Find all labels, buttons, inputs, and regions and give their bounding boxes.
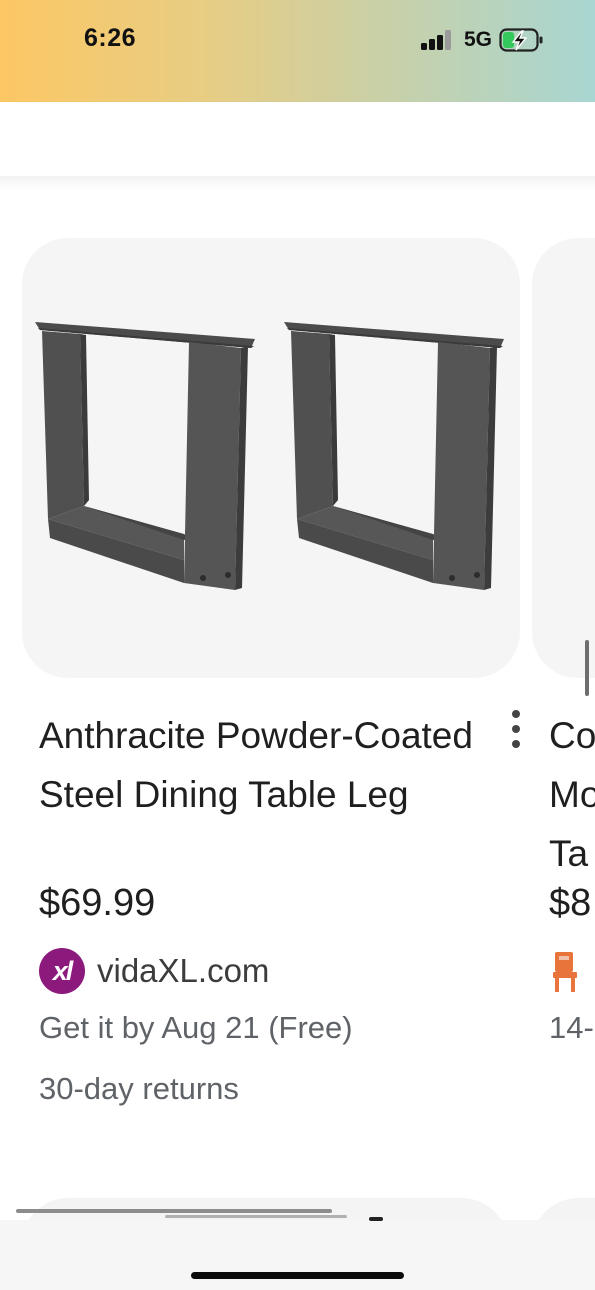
product-title[interactable]: Anthracite Powder-Coated Steel Dining Ta… <box>39 706 479 824</box>
next-product-price: $8 <box>549 882 592 924</box>
horizontal-scrollbar-track <box>165 1215 347 1218</box>
network-type: 5G <box>464 28 493 51</box>
horizontal-scrollbar[interactable] <box>16 1209 332 1213</box>
chair-icon <box>553 952 577 992</box>
next-product-delivery: 14- <box>549 1010 594 1045</box>
next-product-title[interactable]: Co Mo Ta <box>549 706 595 883</box>
vidaxl-logo: xl <box>39 948 85 994</box>
signal-icon <box>421 30 453 50</box>
status-bar: 6:26 5G <box>0 0 595 102</box>
next-product-image[interactable] <box>532 238 595 678</box>
top-header-area <box>0 102 595 178</box>
merchant-name: vidaXL.com <box>97 952 270 989</box>
shopping-results-page: 6:26 5G Anthracite Powder-Coated Steel D… <box>0 0 595 1290</box>
status-time: 6:26 <box>84 24 137 52</box>
more-vert-icon[interactable] <box>506 708 526 750</box>
returns-info: 30-day returns <box>39 1071 239 1106</box>
home-indicator[interactable] <box>191 1272 404 1279</box>
bottom-bar <box>0 1220 595 1290</box>
battery-charging-icon <box>499 28 543 52</box>
product-image[interactable] <box>22 238 520 678</box>
product-card[interactable]: Anthracite Powder-Coated Steel Dining Ta… <box>22 238 520 1138</box>
product-price: $69.99 <box>39 882 156 924</box>
header-divider <box>0 176 595 190</box>
table-leg-image-left <box>35 322 255 590</box>
merchant-row[interactable]: xl vidaXL.com <box>39 946 269 996</box>
delivery-info: Get it by Aug 21 (Free) <box>39 1010 353 1045</box>
table-leg-image-right <box>284 322 504 590</box>
vidaxl-logo-text: xl <box>52 955 74 986</box>
scroll-dot <box>369 1217 383 1221</box>
vertical-scrollbar[interactable] <box>585 640 589 696</box>
